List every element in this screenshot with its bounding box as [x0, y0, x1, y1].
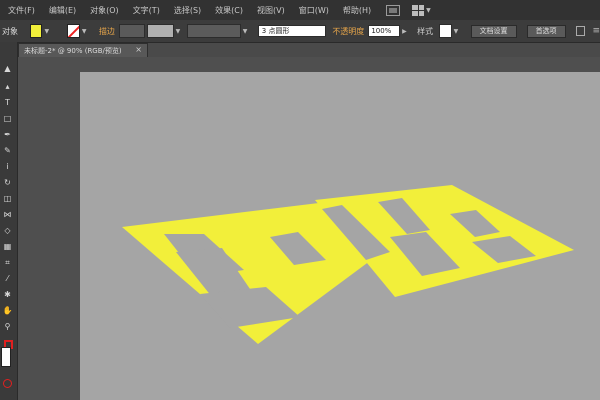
stroke-label[interactable]: 描边	[99, 26, 115, 37]
stroke-weight-field[interactable]	[118, 24, 146, 38]
none-color-icon[interactable]	[3, 379, 12, 388]
close-icon[interactable]: ×	[135, 45, 142, 54]
graphic-style-swatch[interactable]	[439, 24, 452, 38]
selection-type-label: 对象	[2, 26, 18, 36]
fill-color-swatch[interactable]	[30, 24, 43, 38]
control-bar: 对象 ▼ ▼ 描边 ▼ ▼ 3 点圆形 不透明度 100% ▶ 样式 ▼ 文档设…	[0, 20, 600, 43]
rectangle-tool-icon[interactable]: □	[2, 114, 13, 123]
artboard[interactable]: 凹陷	[80, 72, 600, 400]
eyedropper-tool-icon[interactable]: ⁄	[2, 274, 13, 283]
opacity-label[interactable]: 不透明度	[332, 26, 364, 37]
extruded-text-artwork[interactable]: 凹陷	[80, 72, 600, 400]
variable-width-dropdown-icon[interactable]: ▼	[176, 28, 183, 35]
menu-view[interactable]: 视图(V)	[250, 5, 292, 16]
stroke-color-swatch[interactable]	[67, 24, 80, 38]
scale-tool-icon[interactable]: ◫	[2, 194, 13, 203]
menu-file[interactable]: 文件(F)	[0, 5, 42, 16]
rotate-tool-icon[interactable]: ↻	[2, 178, 13, 187]
document-tab[interactable]: 未标题-2* @ 90% (RGB/预览) ×	[18, 43, 148, 57]
menu-bar: 文件(F) 编辑(E) 对象(O) 文字(T) 选择(S) 效果(C) 视图(V…	[0, 0, 600, 20]
tools-panel: ▲ ▴ T □ ✒ ✎ ⅰ ↻ ◫ ⋈ ◇ ▦ ⌗ ⁄ ✱ ✋ ⚲	[0, 42, 18, 400]
brush-preset-value: 3 点圆形	[261, 27, 290, 35]
panel-menu-icon[interactable]: ≡	[593, 26, 600, 36]
menu-type[interactable]: 文字(T)	[126, 5, 167, 16]
bridge-icon[interactable]	[386, 4, 401, 16]
brush-definition-dropdown-icon[interactable]: ▼	[243, 28, 250, 35]
opacity-field[interactable]: 100%	[368, 25, 401, 37]
style-label: 样式	[417, 26, 434, 36]
menu-object[interactable]: 对象(O)	[83, 5, 126, 16]
opacity-dropdown-icon[interactable]: ▶	[402, 28, 409, 35]
chevron-down-icon[interactable]: ▼	[426, 7, 431, 14]
arrange-documents-icon[interactable]	[412, 4, 425, 16]
document-tab-title: 未标题-2* @ 90% (RGB/预览)	[24, 46, 122, 55]
mesh-tool-icon[interactable]: ⌗	[2, 258, 13, 267]
pen-tool-icon[interactable]: ✒	[2, 130, 13, 139]
document-setup-button[interactable]: 文档设置	[470, 24, 517, 38]
brush-definition-field[interactable]	[186, 24, 241, 38]
menu-help[interactable]: 帮助(H)	[336, 5, 378, 16]
zoom-tool-icon[interactable]: ⚲	[2, 322, 13, 331]
preferences-button[interactable]: 首选项	[526, 24, 566, 38]
menu-edit[interactable]: 编辑(E)	[42, 5, 83, 16]
arrange-icon[interactable]	[575, 26, 585, 36]
stroke-dropdown-icon[interactable]: ▼	[82, 28, 89, 35]
fill-indicator-icon[interactable]	[1, 347, 11, 367]
gradient-tool-icon[interactable]: ▦	[2, 242, 13, 251]
menu-window[interactable]: 窗口(W)	[292, 5, 336, 16]
variable-width-field[interactable]	[147, 24, 174, 38]
paintbrush-tool-icon[interactable]: ⅰ	[2, 162, 13, 171]
shape-builder-tool-icon[interactable]: ◇	[2, 226, 13, 235]
width-tool-icon[interactable]: ⋈	[2, 210, 13, 219]
selection-tool-icon[interactable]: ▲	[2, 64, 13, 73]
symbol-sprayer-tool-icon[interactable]: ✱	[2, 290, 13, 299]
menu-effect[interactable]: 效果(C)	[208, 5, 250, 16]
direct-selection-tool-icon[interactable]: ▴	[2, 82, 13, 91]
hand-tool-icon[interactable]: ✋	[2, 306, 13, 315]
opacity-value: 100%	[371, 27, 392, 35]
fill-dropdown-icon[interactable]: ▼	[44, 28, 51, 35]
style-dropdown-icon[interactable]: ▼	[454, 28, 461, 35]
pencil-tool-icon[interactable]: ✎	[2, 146, 13, 155]
brush-preset-field[interactable]: 3 点圆形	[257, 25, 327, 37]
type-tool-icon[interactable]: T	[2, 98, 13, 107]
menu-select[interactable]: 选择(S)	[167, 5, 208, 16]
